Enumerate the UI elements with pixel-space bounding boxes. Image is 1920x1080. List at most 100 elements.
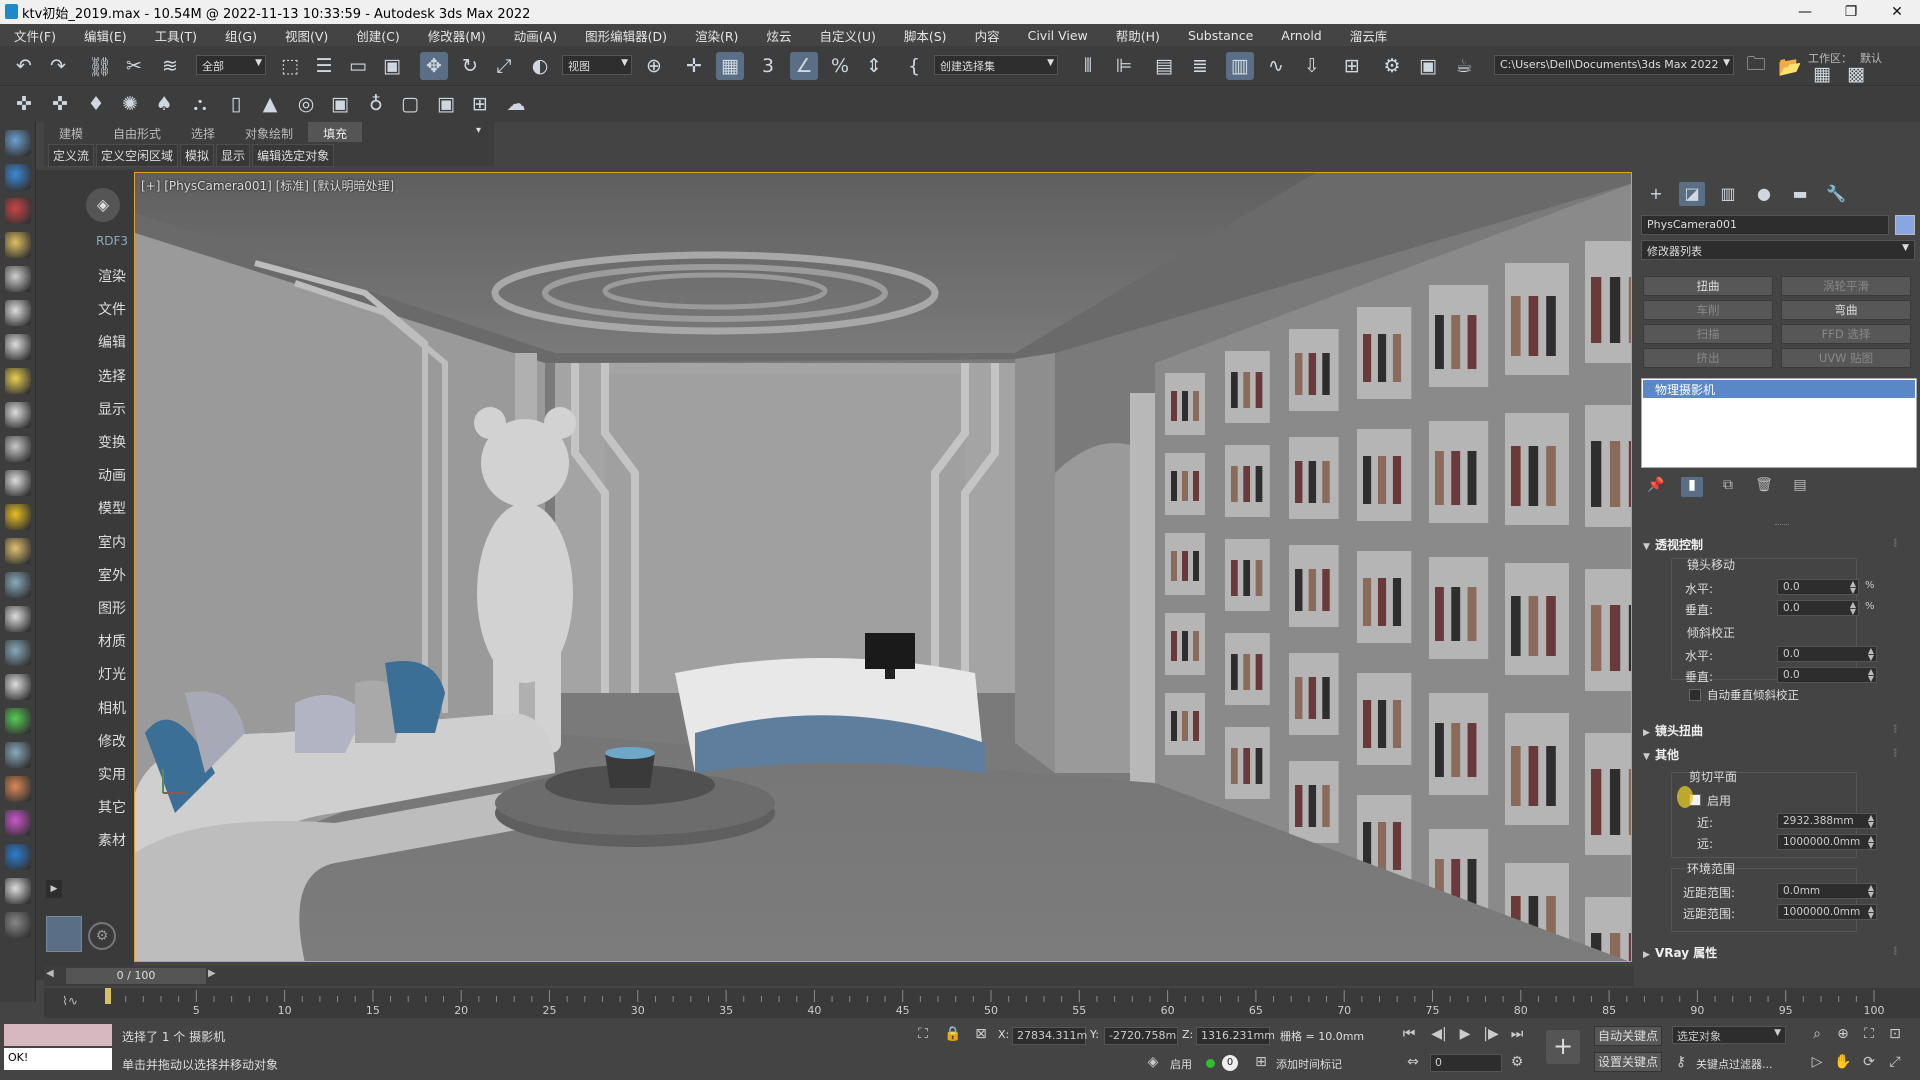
close-button[interactable]: ✕ bbox=[1874, 0, 1920, 24]
place-icon[interactable]: ◐ bbox=[526, 52, 554, 80]
camera-icon[interactable] bbox=[5, 266, 31, 292]
menu-item[interactable]: 图形编辑器(D) bbox=[571, 26, 681, 45]
constraint-icon[interactable] bbox=[5, 640, 31, 666]
make-unique-icon[interactable]: ⧉ bbox=[1717, 477, 1739, 497]
zoom-icon[interactable]: ⌕ bbox=[1808, 1026, 1826, 1044]
helper-icon[interactable] bbox=[5, 300, 31, 326]
material-editor-icon[interactable]: ⊞ bbox=[1338, 52, 1366, 80]
ribbon-tab[interactable]: 对象绘制 bbox=[230, 122, 308, 142]
link-icon[interactable]: ⛓ bbox=[86, 52, 114, 80]
palette-icon[interactable] bbox=[5, 776, 31, 802]
menu-item[interactable]: Arnold bbox=[1267, 28, 1335, 43]
current-frame-field[interactable]: 0 bbox=[1430, 1054, 1502, 1072]
tilt-v-spinner[interactable]: 0.0 ▲ ▼ bbox=[1777, 667, 1877, 683]
layer-explorer-icon[interactable]: ≣ bbox=[1186, 52, 1214, 80]
menu-item[interactable]: Civil View bbox=[1014, 28, 1102, 43]
menu-item[interactable]: 视图(V) bbox=[271, 26, 342, 45]
rendered-frame-icon[interactable]: ▣ bbox=[1414, 52, 1442, 80]
plugin-icon-15[interactable]: ☁ bbox=[502, 90, 530, 118]
side-panel-item[interactable]: 其它 bbox=[92, 797, 132, 817]
cone-icon[interactable] bbox=[5, 436, 31, 462]
circle-icon[interactable] bbox=[5, 402, 31, 428]
plugin-icon-3[interactable]: ♦ bbox=[82, 90, 110, 118]
modifier-button[interactable]: 扫描 bbox=[1643, 324, 1773, 344]
ribbon-subtab[interactable]: 模拟 bbox=[180, 144, 215, 167]
selection-filter-dropdown[interactable]: 全部 ▼ bbox=[196, 55, 266, 75]
ribbon-tab[interactable]: 填充 bbox=[308, 122, 363, 142]
side-panel-item[interactable]: 相机 bbox=[92, 698, 132, 718]
menu-item[interactable]: 脚本(S) bbox=[890, 26, 961, 45]
menu-item[interactable]: 渲染(R) bbox=[681, 26, 752, 45]
select-object-icon[interactable]: ⬚ bbox=[276, 52, 304, 80]
pin-stack-icon[interactable]: 📌 bbox=[1645, 477, 1667, 497]
side-panel-item[interactable]: 编辑 bbox=[92, 332, 132, 352]
rollout-perspective-control[interactable]: ▼ 透视控制 ⁝ bbox=[1643, 536, 1898, 553]
configure-sets-icon[interactable]: ▤ bbox=[1789, 477, 1811, 497]
side-panel-item[interactable]: 室内 bbox=[92, 532, 132, 552]
scene-explorer-icon[interactable]: ▤ bbox=[1150, 52, 1178, 80]
next-frame-arrow-icon[interactable]: ▶ bbox=[208, 968, 222, 984]
tree-icon[interactable] bbox=[5, 708, 31, 734]
plugin-icon-10[interactable]: ▣ bbox=[326, 90, 354, 118]
sun-icon[interactable] bbox=[5, 504, 31, 530]
lens-shift-v-spinner[interactable]: 0.0 ▲ ▼ bbox=[1777, 600, 1859, 616]
stack-item-physical-camera[interactable]: 物理摄影机 bbox=[1643, 380, 1915, 398]
plugin-icon-8[interactable]: ▲ bbox=[256, 90, 284, 118]
percent-snap-icon[interactable]: % bbox=[826, 52, 854, 80]
mirror-icon[interactable]: ⫴ bbox=[1074, 52, 1102, 80]
ribbon-toggle-icon[interactable]: ▥ bbox=[1226, 52, 1254, 80]
undo-icon[interactable]: ↶ bbox=[10, 52, 38, 80]
time-config-icon[interactable]: ⚙ bbox=[1508, 1054, 1526, 1072]
plugin-icon-13[interactable]: ▣ bbox=[432, 90, 460, 118]
project-path-dropdown[interactable]: C:\Users\Dell\Documents\3ds Max 2022 ▼ bbox=[1494, 55, 1734, 75]
rect-selection-icon[interactable]: ▭ bbox=[344, 52, 372, 80]
workspace-icon-b[interactable]: ▩ bbox=[1842, 60, 1870, 88]
play-icon[interactable]: ▶ bbox=[1456, 1026, 1474, 1044]
viewport-label[interactable]: [+] [PhysCamera001] [标准] [默认明暗处理] bbox=[141, 177, 394, 194]
help-icon[interactable] bbox=[5, 912, 31, 938]
side-panel-item[interactable]: 渲染 bbox=[92, 266, 132, 286]
orbit-icon[interactable]: ⟳ bbox=[1860, 1054, 1878, 1072]
plugin-icon-5[interactable]: ♠ bbox=[150, 90, 178, 118]
plugin-icon-6[interactable]: ⛬ bbox=[186, 90, 214, 118]
angle-snap-icon[interactable]: ∠ bbox=[790, 52, 818, 80]
menu-item[interactable]: 编辑(E) bbox=[70, 26, 141, 45]
lens-shift-h-spinner[interactable]: 0.0 ▲ ▼ bbox=[1777, 579, 1859, 595]
previous-frame-icon[interactable]: ◀| bbox=[1430, 1026, 1448, 1044]
side-panel-item[interactable]: 修改 bbox=[92, 731, 132, 751]
select-rotate-icon[interactable]: ↻ bbox=[456, 52, 484, 80]
minimize-button[interactable]: — bbox=[1782, 0, 1828, 24]
menu-item[interactable]: 动画(A) bbox=[500, 26, 571, 45]
pan-view-icon[interactable]: ✋ bbox=[1834, 1054, 1852, 1072]
menu-item[interactable]: 工具(T) bbox=[141, 26, 211, 45]
set-key-button[interactable]: 设置关键点 bbox=[1594, 1052, 1662, 1072]
particle-icon[interactable] bbox=[5, 572, 31, 598]
key-filter-icon[interactable]: ⚷ bbox=[1672, 1054, 1690, 1072]
ribbon-subtab[interactable]: 定义流 bbox=[48, 144, 95, 167]
go-to-end-icon[interactable]: ⏭ bbox=[1508, 1026, 1526, 1044]
object-name-field[interactable]: PhysCamera001 bbox=[1641, 215, 1889, 235]
next-frame-icon[interactable]: |▶ bbox=[1482, 1026, 1500, 1044]
modifier-button[interactable]: 弯曲 bbox=[1781, 300, 1911, 320]
prev-frame-arrow-icon[interactable]: ◀ bbox=[46, 968, 60, 984]
side-panel-item[interactable]: 素材 bbox=[92, 830, 132, 850]
tilt-h-spinner[interactable]: 0.0 ▲ ▼ bbox=[1777, 646, 1877, 662]
key-filters-button[interactable]: 关键点过滤器... bbox=[1696, 1056, 1773, 1072]
create-tab-icon[interactable]: + bbox=[1643, 182, 1669, 206]
z-coordinate-field[interactable]: 1316.231mm bbox=[1196, 1027, 1275, 1045]
side-panel-item[interactable]: 图形 bbox=[92, 598, 132, 618]
side-panel-item[interactable]: 显示 bbox=[92, 399, 132, 419]
manipulate-icon[interactable]: ✛ bbox=[680, 52, 708, 80]
go-to-start-icon[interactable]: ⏮ bbox=[1400, 1026, 1418, 1044]
modifier-list-dropdown[interactable]: 修改器列表 ▼ bbox=[1641, 240, 1915, 260]
zoom-extents-all-icon[interactable]: ⊡ bbox=[1886, 1026, 1904, 1044]
plugin-icon-11[interactable]: ♁ bbox=[362, 90, 390, 118]
time-tag-add-icon[interactable]: ⊞ bbox=[1252, 1054, 1270, 1072]
rollout-vray-properties[interactable]: ▶ VRay 属性 ⁝ bbox=[1643, 944, 1898, 961]
side-panel-item[interactable]: 动画 bbox=[92, 465, 132, 485]
expand-arrow-icon[interactable]: ▶ bbox=[46, 880, 62, 898]
modifier-button[interactable]: 挤出 bbox=[1643, 348, 1773, 368]
workspace-icon-a[interactable]: ▦ bbox=[1808, 60, 1836, 88]
redo-icon[interactable]: ↷ bbox=[44, 52, 72, 80]
side-panel-item[interactable]: 材质 bbox=[92, 631, 132, 651]
